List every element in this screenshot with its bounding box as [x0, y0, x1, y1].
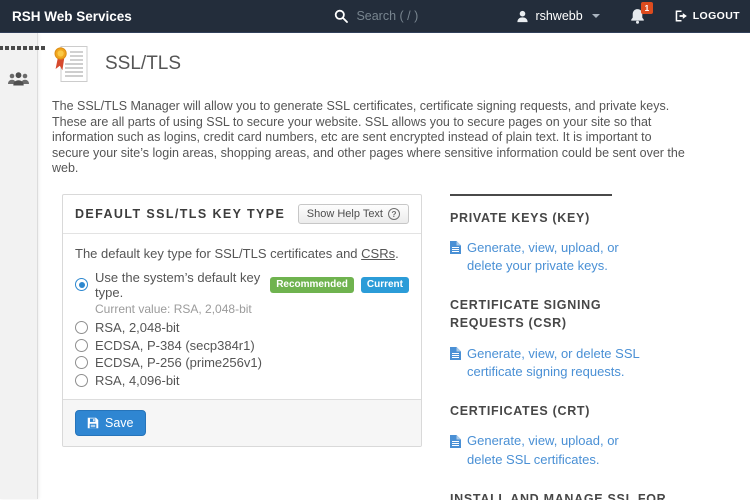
content-columns: DEFAULT SSL/TLS KEY TYPE Show Help Text …	[52, 193, 730, 500]
save-icon	[87, 417, 99, 429]
recommended-badge: Recommended	[270, 276, 354, 293]
content-area: SSL/TLS The SSL/TLS Manager will allow y…	[38, 33, 750, 500]
question-circle-icon: ?	[388, 207, 400, 220]
key-type-option-system-default[interactable]: Use the system’s default key type. Recom…	[75, 270, 409, 300]
section-heading: CERTIFICATES (CRT)	[450, 404, 591, 419]
key-type-option-rsa-4096[interactable]: RSA, 4,096-bit	[75, 373, 409, 388]
ssl-links-column: PRIVATE KEYS (KEY) Generate, view, uploa…	[450, 193, 668, 500]
main-layout: SSL/TLS The SSL/TLS Manager will allow y…	[0, 33, 750, 500]
user-manager-icon[interactable]	[7, 71, 30, 87]
radio-unselected[interactable]	[75, 321, 88, 334]
panel-footer: Save	[63, 399, 421, 446]
private-keys-link[interactable]: Generate, view, upload, or delete your p…	[450, 239, 655, 277]
radio-selected[interactable]	[75, 278, 88, 291]
section-heading: PRIVATE KEYS (KEY)	[450, 210, 590, 225]
search-input[interactable]	[356, 9, 467, 23]
document-icon	[450, 345, 461, 383]
section-heading: INSTALL AND MANAGE SSL FOR YOUR SITE (HT…	[450, 492, 667, 500]
page-title: SSL/TLS	[105, 53, 182, 74]
panel-body: The default key type for SSL/TLS certifi…	[63, 234, 421, 400]
notifications-button[interactable]: 1	[630, 2, 653, 24]
option-label[interactable]: ECDSA, P-384 (secp384r1)	[95, 338, 255, 353]
radio-unselected[interactable]	[75, 338, 88, 352]
key-type-option-rsa-2048[interactable]: RSA, 2,048-bit	[75, 320, 409, 335]
user-icon	[516, 10, 529, 23]
option-label[interactable]: RSA, 2,048-bit	[95, 320, 180, 335]
logout-button[interactable]: LOGOUT	[675, 10, 740, 22]
current-badge: Current	[360, 276, 409, 293]
document-icon	[450, 239, 461, 277]
document-icon	[450, 432, 461, 470]
section-certificates: CERTIFICATES (CRT) Generate, view, uploa…	[450, 402, 668, 470]
user-menu[interactable]: rshwebb	[516, 9, 600, 23]
topbar: RSH Web Services rshwebb	[0, 0, 750, 33]
save-button[interactable]: Save	[75, 410, 146, 436]
save-button-label: Save	[105, 416, 134, 430]
logout-label: LOGOUT	[692, 10, 740, 22]
section-heading: CERTIFICATE SIGNING REQUESTS (CSR)	[450, 298, 602, 331]
key-type-option-ecdsa-p256[interactable]: ECDSA, P-256 (prime256v1)	[75, 355, 409, 370]
sidebar	[0, 33, 45, 499]
section-csr: CERTIFICATE SIGNING REQUESTS (CSR) Gener…	[450, 296, 668, 382]
link-label: Generate, view, upload, or delete your p…	[467, 239, 619, 274]
radio-unselected[interactable]	[75, 356, 88, 369]
current-value-note: Current value: RSA, 2,048-bit	[95, 302, 252, 316]
help-button-label: Show Help Text	[306, 207, 383, 220]
ssl-certificate-icon	[52, 44, 90, 84]
radio-unselected[interactable]	[75, 373, 88, 387]
topbar-right-group: rshwebb 1 LOGOUT	[334, 2, 740, 24]
link-label: Generate, view, upload, or delete SSL ce…	[467, 433, 619, 468]
section-private-keys: PRIVATE KEYS (KEY) Generate, view, uploa…	[450, 209, 668, 277]
section-install-manage-ssl: INSTALL AND MANAGE SSL FOR YOUR SITE (HT…	[450, 490, 668, 500]
username: rshwebb	[535, 9, 583, 23]
key-type-intro: The default key type for SSL/TLS certifi…	[75, 245, 399, 261]
option-label[interactable]: RSA, 4,096-bit	[95, 373, 180, 388]
search-icon	[334, 9, 349, 23]
key-type-option-ecdsa-p384[interactable]: ECDSA, P-384 (secp384r1)	[75, 338, 409, 353]
section-divider	[450, 193, 612, 196]
page-header: SSL/TLS	[52, 44, 730, 84]
certificates-link[interactable]: Generate, view, upload, or delete SSL ce…	[450, 432, 655, 470]
csr-link[interactable]: Generate, view, or delete SSL certificat…	[450, 345, 655, 383]
brand-title[interactable]: RSH Web Services	[12, 9, 132, 24]
csrs-term-link[interactable]: CSRs	[361, 246, 395, 261]
panel-header: DEFAULT SSL/TLS KEY TYPE Show Help Text …	[63, 195, 421, 234]
notification-count-badge: 1	[640, 2, 653, 15]
link-label: Generate, view, or delete SSL certificat…	[467, 345, 640, 380]
panel-title: DEFAULT SSL/TLS KEY TYPE	[75, 206, 286, 221]
search-box[interactable]	[334, 9, 467, 23]
show-help-text-button[interactable]: Show Help Text ?	[297, 203, 409, 224]
chevron-down-icon	[591, 14, 600, 18]
logout-icon	[675, 10, 688, 22]
page-description: The SSL/TLS Manager will allow you to ge…	[52, 99, 685, 175]
option-label[interactable]: ECDSA, P-256 (prime256v1)	[95, 355, 262, 370]
default-key-type-panel: DEFAULT SSL/TLS KEY TYPE Show Help Text …	[62, 193, 422, 447]
option-label[interactable]: Use the system’s default key type.	[95, 270, 263, 300]
